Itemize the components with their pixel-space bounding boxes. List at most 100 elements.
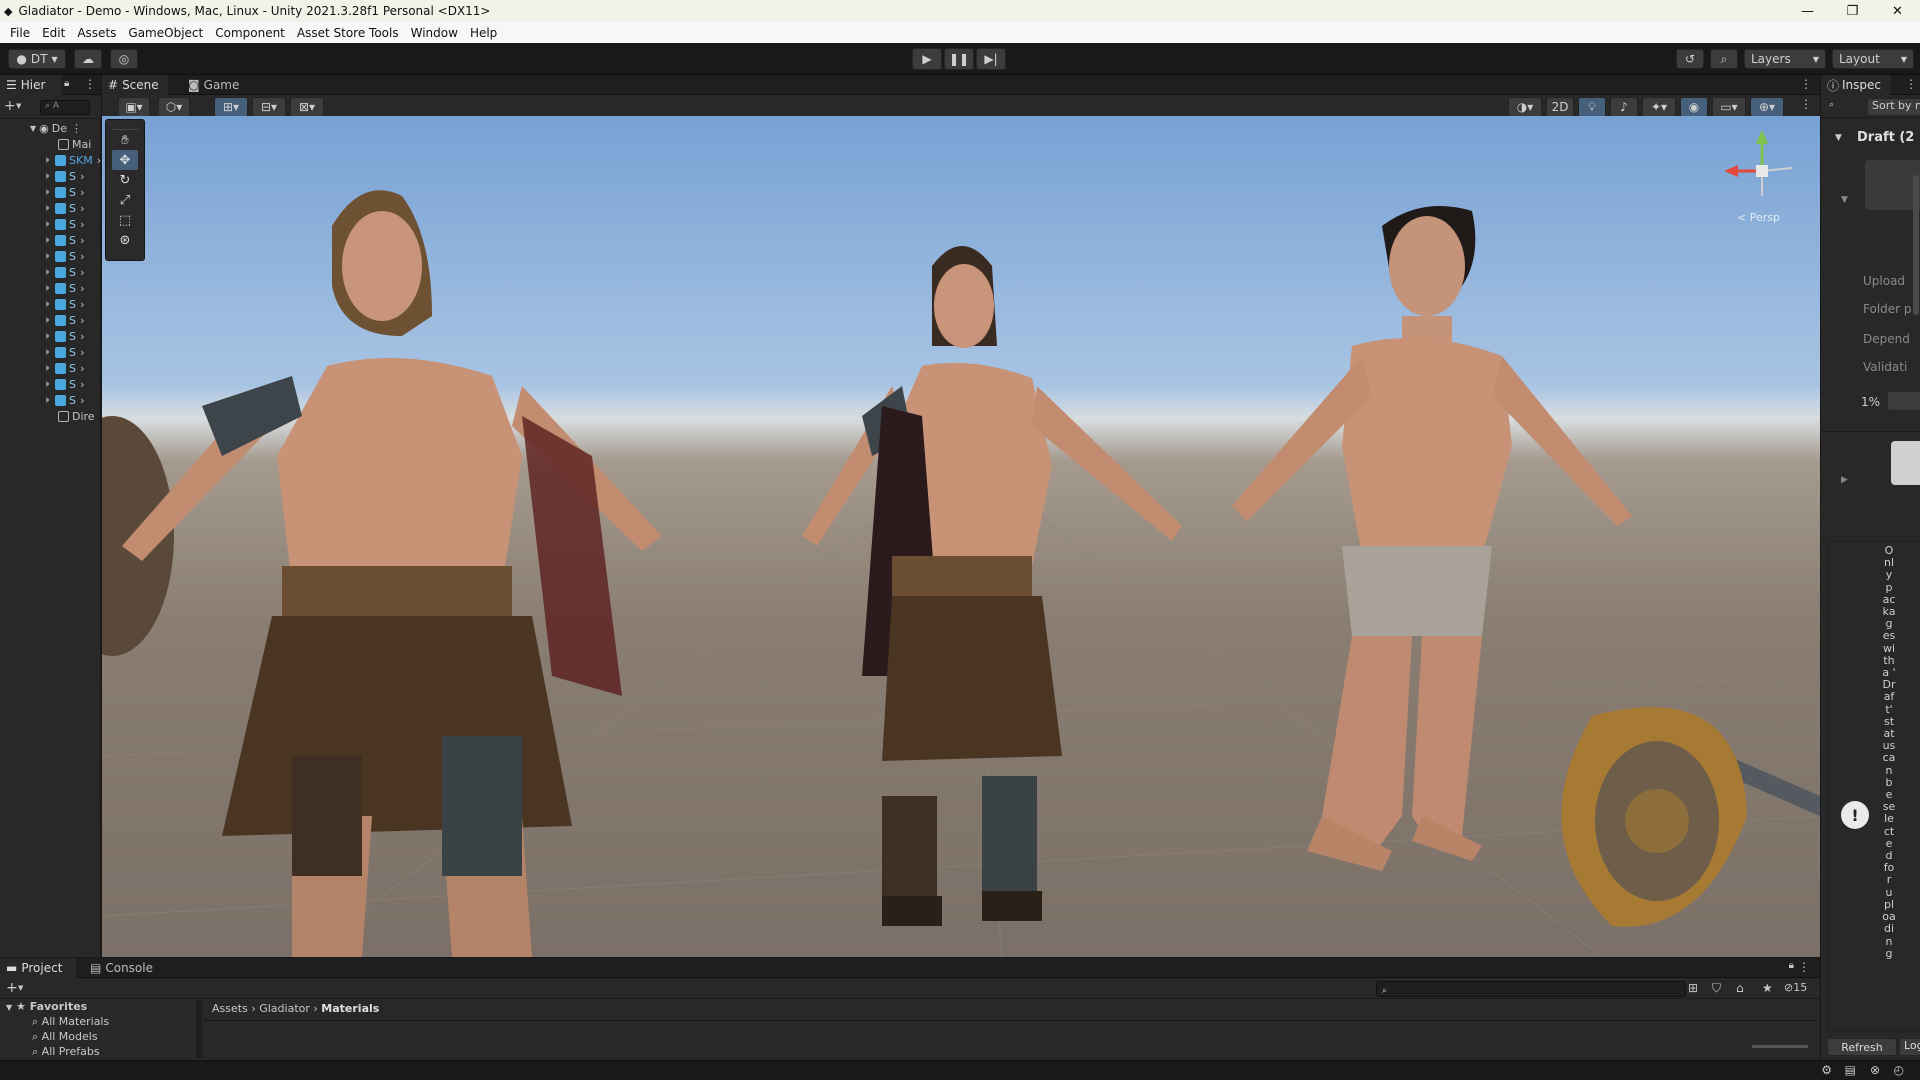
tab-inspector[interactable]: ⓘ Inspec [1821,75,1891,95]
hierarchy-item[interactable]: S › [46,232,84,248]
hierarchy-scene-root[interactable]: ▼ ◉ De ⋮ [30,120,82,136]
gizmos-dropdown[interactable]: ⊕▾ [1750,97,1784,117]
menu-component[interactable]: Component [209,26,291,40]
thumbnail-size-slider[interactable] [1752,1045,1808,1048]
chevron-right-icon[interactable]: › [80,314,84,327]
validate-button[interactable] [1887,391,1920,411]
expand-arrow-icon[interactable] [46,317,50,323]
lock-icon[interactable]: 🔒︎ [64,78,69,89]
project-search-input[interactable]: ⌕ [1376,981,1686,997]
effects-dropdown[interactable]: ✦▾ [1642,97,1676,117]
expand-arrow-icon[interactable] [46,173,50,179]
scene-orientation-gizmo[interactable] [1724,130,1793,196]
search-by-label-icon[interactable]: ⛉ [1712,981,1721,996]
kebab-menu-icon[interactable]: ⋮ [1798,960,1810,974]
hierarchy-item[interactable]: S › [46,280,84,296]
chevron-right-icon[interactable]: › [80,298,84,311]
expand-arrow-icon[interactable] [46,157,50,163]
chevron-right-icon[interactable]: › [80,266,84,279]
favorite-item-materials[interactable]: ⌕ All Materials [32,1015,109,1029]
favorite-star-icon[interactable]: ★ [1762,981,1773,995]
hierarchy-item[interactable]: Mai [58,136,91,152]
expand-arrow-icon[interactable] [46,237,50,243]
chevron-right-icon[interactable]: › [80,186,84,199]
persp-label[interactable]: < Persp [1737,211,1780,224]
expand-arrow-icon[interactable] [46,221,50,227]
audio-toggle[interactable]: ♪ [1610,97,1638,117]
menu-gameobject[interactable]: GameObject [122,26,209,40]
chevron-right-icon[interactable]: › [80,202,84,215]
shading-dropdown[interactable]: ◑▾ [1508,97,1542,117]
hierarchy-item[interactable]: S › [46,168,84,184]
menu-window[interactable]: Window [405,26,464,40]
expand-arrow-icon[interactable] [46,397,50,403]
favorite-item-models[interactable]: ⌕ All Models [32,1030,98,1044]
menu-edit[interactable]: Edit [36,26,71,40]
menu-help[interactable]: Help [464,26,503,40]
chevron-down-icon[interactable]: ▼ [16,102,21,110]
hidden-packages-toggle[interactable]: ⊘15 [1784,981,1807,994]
draw-mode-dropdown[interactable]: ▣▾ [118,97,150,117]
expand-arrow-icon[interactable] [46,189,50,195]
tab-scene[interactable]: # Scene [102,75,168,95]
kebab-menu-icon[interactable]: ⋮ [1800,97,1812,111]
hierarchy-item[interactable]: S › [46,296,84,312]
chevron-right-icon[interactable]: › [80,170,84,183]
expand-arrow-icon[interactable]: ▶ [1841,475,1848,485]
expand-arrow-icon[interactable] [46,365,50,371]
expand-arrow-icon[interactable] [46,349,50,355]
move-tool-button[interactable]: ✥ [112,150,138,170]
account-dropdown[interactable]: ● DT ▼ [8,49,66,69]
favorite-item-prefabs[interactable]: ⌕ All Prefabs [32,1045,100,1059]
lighting-toggle[interactable]: 💡︎ [1578,97,1606,117]
hierarchy-item[interactable]: SKM › [46,152,101,168]
add-icon[interactable]: + [6,980,18,996]
favorites-header[interactable]: ▼ ★ Favorites [6,1000,87,1013]
chevron-right-icon[interactable]: › [80,330,84,343]
transform-tool-button[interactable]: ⊛ [112,230,138,250]
menu-asset-store-tools[interactable]: Asset Store Tools [291,26,405,40]
expand-arrow-icon[interactable] [46,381,50,387]
collapse-arrow-icon[interactable]: ▼ [1841,195,1848,205]
add-icon[interactable]: + [4,98,16,114]
hierarchy-item[interactable]: S › [46,312,84,328]
grid-visibility-dropdown[interactable]: ⊟▾ [252,97,286,117]
hierarchy-item[interactable]: S › [46,344,84,360]
layout-dropdown[interactable]: Layout ▼ [1832,49,1914,69]
chevron-right-icon[interactable]: › [80,218,84,231]
menu-file[interactable]: File [4,26,36,40]
folder-tree-scrollbar[interactable] [196,1000,202,1058]
search-icon[interactable]: ⌕ [1829,100,1834,110]
render-paths-dropdown[interactable]: ⬡▾ [158,97,190,117]
kebab-menu-icon[interactable]: ⋮ [1905,77,1917,91]
maximize-button[interactable]: ❐ [1830,0,1875,22]
close-button[interactable]: ✕ [1875,0,1920,22]
expand-arrow-icon[interactable] [46,253,50,259]
camera-dropdown[interactable]: ▭▾ [1712,97,1746,117]
package-thumbnail[interactable] [1865,160,1920,210]
kebab-menu-icon[interactable]: ⋮ [84,77,96,91]
hierarchy-item[interactable]: S › [46,360,84,376]
chevron-right-icon[interactable]: › [80,250,84,263]
search-button[interactable]: ⌕ [1710,49,1738,69]
tab-hierarchy[interactable]: ☰ Hier [0,75,62,95]
hierarchy-item[interactable]: S › [46,376,84,392]
hierarchy-item[interactable]: S › [46,200,84,216]
increment-snap-dropdown[interactable]: ⊠▾ [290,97,324,117]
collab-status-icon[interactable]: ▤ [1845,1063,1856,1077]
chevron-right-icon[interactable]: › [80,234,84,247]
menu-assets[interactable]: Assets [71,26,122,40]
step-button[interactable]: ▶| [976,48,1006,70]
network-icon[interactable]: ⊗ [1870,1063,1880,1077]
inspector-scrollbar[interactable] [1913,175,1919,315]
kebab-menu-icon[interactable]: ⋮ [71,122,82,135]
chevron-right-icon[interactable]: › [80,362,84,375]
expand-arrow-icon[interactable] [46,333,50,339]
lock-icon[interactable]: 🔒︎ [1789,960,1794,971]
minimize-button[interactable]: — [1785,0,1830,22]
chevron-right-icon[interactable]: › [80,346,84,359]
scene-visibility-toggle[interactable]: ◉ [1680,97,1708,117]
expand-arrow-icon[interactable] [46,301,50,307]
play-button[interactable]: ▶ [912,48,942,70]
rotate-tool-button[interactable]: ↻ [112,170,138,190]
